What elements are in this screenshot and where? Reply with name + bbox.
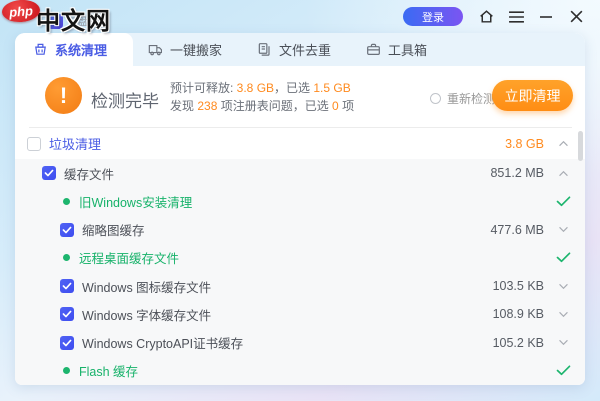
item-size: 103.5 KB [492,279,544,294]
chevron-up-icon[interactable] [555,170,571,177]
item-size: 477.6 MB [490,222,544,237]
php-logo-icon: php [1,0,41,24]
summary-text: 发现 [170,99,198,113]
summary-text: 项注册表问题，已选 [217,99,333,113]
titlebar-controls: 登录 [403,0,585,33]
titlebar: C盘助手 php 中文网 登录 [0,0,600,36]
chevron-down-icon[interactable] [555,339,571,346]
redetect-option[interactable]: 重新检测 [430,90,495,107]
item-label: Windows 图标缓存文件 [82,280,212,295]
chevron-down-icon[interactable] [555,226,571,233]
scan-summary: 预计可释放: 3.8 GB，已选 1.5 GB 发现 238 项注册表问题，已选… [170,79,354,115]
item-size: 108.9 KB [492,307,544,322]
summary-value: 238 [197,99,218,113]
list-item[interactable]: Windows 字体缓存文件 108.9 KB [15,300,585,328]
scan-summary-line2: 发现 238 项注册表问题，已选 0 项 [170,97,354,115]
files-icon [257,42,272,57]
done-check-icon [555,196,571,207]
chevron-up-icon[interactable] [555,140,571,147]
minimize-icon[interactable] [537,8,555,26]
list-item[interactable]: 旧Windows安装清理 [15,187,585,215]
tab-toolbox[interactable]: 工具箱 [351,33,447,66]
scrollbar-thumb[interactable] [578,131,583,161]
list-item[interactable]: 缓存文件 851.2 MB [15,159,585,187]
item-label: 旧Windows安装清理 [79,195,193,210]
item-label: 缩略图缓存 [82,224,145,239]
summary-text: ，已选 [274,81,314,95]
list-item[interactable]: Windows 图标缓存文件 103.5 KB [15,272,585,300]
clean-now-button[interactable]: 立即清理 [492,80,573,111]
done-dot-icon [63,254,70,262]
group-body: 缓存文件 851.2 MB 旧Windows安装清理 缩略图缓存 477.6 MB 远程桌… [15,159,585,385]
chevron-down-icon[interactable] [555,311,571,318]
item-checkbox[interactable] [60,335,74,350]
group-checkbox[interactable] [27,136,41,151]
php-site-watermark: php 中文网 [1,0,111,36]
summary-value: 1.5 GB [313,81,351,95]
list-item[interactable]: Flash 缓存 [15,357,585,385]
tab-label: 文件去重 [279,43,332,58]
item-label: Windows CryptoAPI证书缓存 [82,337,244,352]
done-dot-icon [63,367,70,375]
scan-status-title: 检测完毕 [91,92,159,111]
group-size: 3.8 GB [505,136,544,151]
tab-file-dedupe[interactable]: 文件去重 [242,33,351,66]
item-size: 851.2 MB [490,166,544,181]
group-row-garbage-clean[interactable]: 垃圾清理 3.8 GB [15,128,585,159]
login-button[interactable]: 登录 [403,7,463,26]
list-item[interactable]: 缩略图缓存 477.6 MB [15,216,585,244]
tab-label: 一键搬家 [170,43,223,58]
done-check-icon [555,252,571,263]
summary-value: 3.8 GB [236,81,275,95]
truck-icon [148,42,163,57]
item-checkbox[interactable] [60,307,74,322]
list-item[interactable]: Windows CryptoAPI证书缓存 105.2 KB [15,329,585,357]
radio-icon[interactable] [430,93,441,104]
watermark-site-name: 中文网 [36,8,111,35]
tab-label: 系统清理 [55,43,108,58]
item-label: Windows 字体缓存文件 [82,308,212,323]
done-check-icon [555,365,571,376]
group-label: 垃圾清理 [49,137,102,152]
item-label: Flash 缓存 [79,365,139,380]
summary-text: 预计可释放: [170,81,237,95]
item-checkbox[interactable] [60,279,74,294]
tab-one-key-move[interactable]: 一键搬家 [133,33,242,66]
item-size: 105.2 KB [492,335,544,350]
tab-system-clean[interactable]: 系统清理 [15,33,134,66]
home-icon[interactable] [477,8,495,26]
list-item[interactable]: 远程桌面缓存文件 [15,244,585,272]
scan-summary-line1: 预计可释放: 3.8 GB，已选 1.5 GB [170,79,354,97]
summary-value: 0 [332,99,339,113]
broom-icon [33,42,48,57]
cleanup-list: 垃圾清理 3.8 GB 缓存文件 851.2 MB 旧Windows安装清理 缩略图缓… [15,128,585,385]
item-label: 缓存文件 [64,167,115,182]
close-icon[interactable] [567,8,585,26]
tab-label: 工具箱 [388,43,428,58]
done-dot-icon [63,197,70,205]
menu-icon[interactable] [507,8,525,26]
item-checkbox[interactable] [60,222,74,237]
main-panel: 系统清理 一键搬家 文件去重 工具箱 ! 检测完毕 预计可释放: 3.8 GB，已选 … [15,33,585,385]
redetect-label: 重新检测 [447,92,496,106]
toolbox-icon [366,42,381,57]
summary-text: 项 [338,99,355,113]
item-label: 远程桌面缓存文件 [79,252,180,267]
tab-bar: 系统清理 一键搬家 文件去重 工具箱 [15,33,585,66]
scan-status-section: ! 检测完毕 预计可释放: 3.8 GB，已选 1.5 GB 发现 238 项注… [15,66,585,127]
chevron-down-icon[interactable] [555,283,571,290]
item-checkbox[interactable] [42,166,56,181]
alert-exclamation-icon: ! [45,77,82,114]
